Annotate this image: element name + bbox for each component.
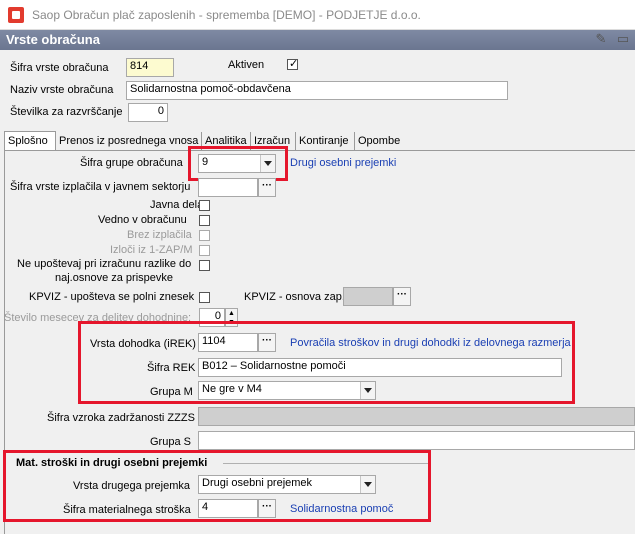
- naziv-input[interactable]: Solidarnostna pomoč-obdavčena: [126, 81, 508, 100]
- tab-prenos[interactable]: Prenos iz posrednega vnosa: [56, 132, 202, 151]
- izplacila-lookup-button[interactable]: ···: [258, 178, 276, 197]
- grupa-s-input[interactable]: [198, 431, 635, 450]
- brez-label: Brez izplačila: [127, 229, 192, 241]
- izplacila-label: Šifra vrste izplačila v javnem sektorju: [10, 181, 191, 193]
- kpviz-osnova-lookup-button[interactable]: ···: [393, 287, 411, 306]
- vedno-checkbox[interactable]: [199, 215, 210, 226]
- kpviz-checkbox[interactable]: [199, 292, 210, 303]
- sifra-label: Šifra vrste obračuna: [10, 62, 109, 74]
- tab-splosno[interactable]: Splošno: [4, 131, 56, 152]
- highlight-mat: [3, 450, 431, 522]
- tab-kontiranje[interactable]: Kontiranje: [296, 132, 355, 151]
- javna-dela-checkbox[interactable]: [199, 200, 210, 211]
- javna-dela-label: Javna dela: [150, 199, 204, 211]
- zzzs-input[interactable]: [198, 407, 635, 426]
- aktiven-checkbox[interactable]: [287, 57, 298, 70]
- grupa-s-label: Grupa S: [150, 436, 191, 448]
- izplacila-input[interactable]: [198, 178, 258, 197]
- highlight-grupa: [188, 146, 288, 181]
- stevilka-label: Številka za razvrščanje: [10, 106, 123, 118]
- window-title: Saop Obračun plač zaposlenih - sprememba…: [32, 8, 421, 22]
- highlight-dohodek: [78, 321, 575, 404]
- izloci-checkbox[interactable]: [199, 245, 210, 256]
- izloci-label: Izloči iz 1-ZAP/M: [110, 244, 193, 256]
- neupostevaj-label-1: Ne upoštevaj pri izračunu razlike do: [17, 258, 192, 270]
- aktiven-label: Aktiven: [228, 59, 265, 71]
- stevilka-input[interactable]: 0: [128, 103, 168, 122]
- tab-opombe[interactable]: Opombe: [355, 132, 405, 151]
- kpviz-osnova-input[interactable]: [343, 287, 393, 306]
- section-header: Vrste obračuna ✎ ▭: [0, 30, 635, 50]
- zzzs-label: Šifra vzroka zadržanosti ZZZS: [47, 412, 195, 424]
- sifra-input[interactable]: 814: [126, 58, 174, 77]
- brez-checkbox[interactable]: [199, 230, 210, 241]
- window-titlebar: Saop Obračun plač zaposlenih - sprememba…: [0, 0, 635, 30]
- header-toolbar: ✎ ▭: [593, 31, 631, 47]
- window-icon[interactable]: ▭: [615, 31, 631, 47]
- kpviz-osnova-label: KPVIZ - osnova zap.: [244, 291, 345, 303]
- naziv-label: Naziv vrste obračuna: [10, 84, 114, 96]
- edit-icon[interactable]: ✎: [593, 31, 609, 47]
- vedno-label: Vedno v obračunu: [98, 214, 187, 226]
- kpviz-label: KPVIZ - upošteva se polni znesek: [29, 291, 195, 303]
- grupa-label: Šifra grupe obračuna: [80, 157, 183, 169]
- section-title: Vrste obračuna: [6, 32, 100, 47]
- neupostevaj-label-2: naj.osnove za prispevke: [55, 272, 174, 284]
- grupa-link[interactable]: Drugi osebni prejemki: [290, 157, 396, 169]
- app-icon: [8, 7, 24, 23]
- neupostevaj-checkbox[interactable]: [199, 260, 210, 271]
